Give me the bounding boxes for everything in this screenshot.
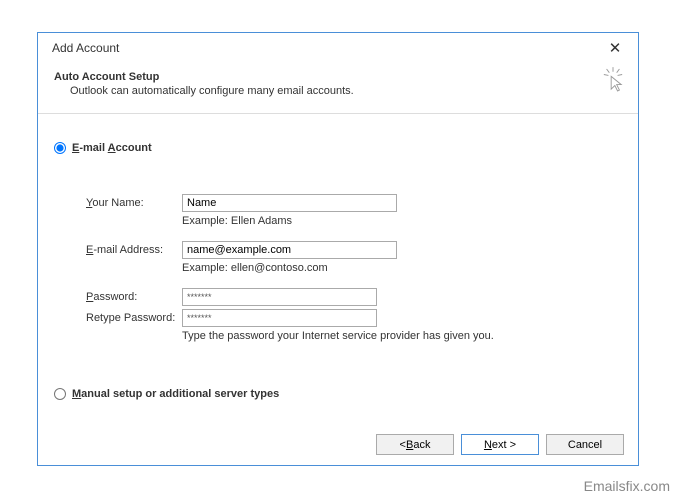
email-input[interactable]	[182, 241, 397, 259]
name-row: Your Name:	[86, 194, 622, 212]
email-label: E-mail Address:	[86, 244, 182, 256]
dialog-title: Add Account	[52, 41, 119, 55]
password-row: Password: *******	[86, 288, 622, 306]
retype-password-input[interactable]: *******	[182, 309, 377, 327]
back-button[interactable]: < Back	[376, 434, 454, 455]
name-label: Your Name:	[86, 197, 182, 209]
retype-password-label: Retype Password:	[86, 312, 182, 324]
form-section: Your Name: Example: Ellen Adams E-mail A…	[54, 154, 622, 342]
password-hint: Type the password your Internet service …	[182, 330, 494, 342]
cancel-button[interactable]: Cancel	[546, 434, 624, 455]
watermark: Emailsfix.com	[584, 478, 670, 494]
email-row: E-mail Address:	[86, 241, 622, 259]
email-example-row: Example: ellen@contoso.com	[86, 262, 622, 274]
title-bar: Add Account ✕	[38, 33, 638, 63]
manual-setup-radio-row: Manual setup or additional server types	[54, 388, 622, 400]
name-example: Example: Ellen Adams	[182, 215, 292, 227]
email-account-radio-row: E-mail Account	[54, 142, 622, 154]
header-title: Auto Account Setup	[54, 71, 593, 83]
email-example: Example: ellen@contoso.com	[182, 262, 328, 274]
email-account-radio[interactable]	[54, 142, 66, 154]
name-input[interactable]	[182, 194, 397, 212]
content-area: E-mail Account Your Name: Example: Ellen…	[38, 114, 638, 400]
button-bar: < Back Next > Cancel	[376, 434, 624, 455]
close-icon[interactable]: ✕	[600, 36, 630, 60]
password-input[interactable]: *******	[182, 288, 377, 306]
name-example-row: Example: Ellen Adams	[86, 215, 622, 227]
email-account-radio-label[interactable]: E-mail Account	[72, 142, 152, 154]
header-section: Auto Account Setup Outlook can automatic…	[38, 63, 638, 114]
add-account-dialog: Add Account ✕ Auto Account Setup Outlook…	[37, 32, 639, 466]
manual-setup-radio-label[interactable]: Manual setup or additional server types	[72, 388, 279, 400]
password-hint-row: Type the password your Internet service …	[86, 330, 622, 342]
cursor-click-icon	[602, 67, 624, 93]
next-button[interactable]: Next >	[461, 434, 539, 455]
header-subtitle: Outlook can automatically configure many…	[54, 85, 593, 97]
retype-password-row: Retype Password: *******	[86, 309, 622, 327]
password-label: Password:	[86, 291, 182, 303]
manual-setup-radio[interactable]	[54, 388, 66, 400]
